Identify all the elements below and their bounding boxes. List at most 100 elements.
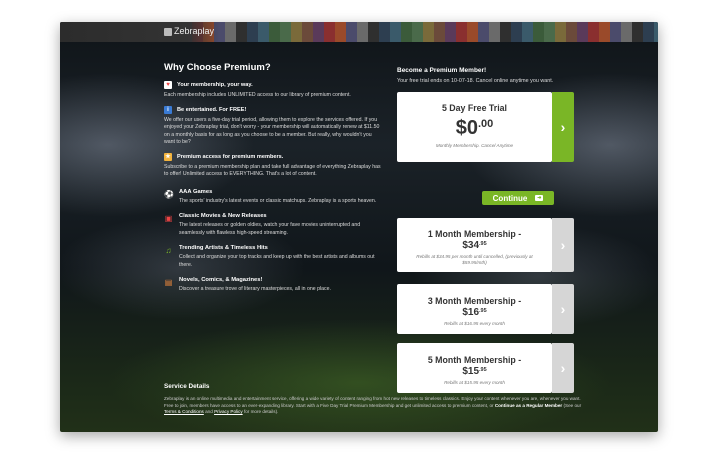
plan-note: Monthly Membership. Cancel Anytime — [435, 143, 514, 148]
price-cents: .00 — [477, 118, 494, 130]
plan-title: 5 Day Free Trial — [441, 103, 508, 113]
continue-regular-link[interactable]: Continue as a Regular Member — [495, 403, 562, 408]
thumbnail — [401, 22, 412, 42]
chevron-right-icon: › — [560, 360, 566, 376]
select-trial-arrow[interactable]: › — [552, 92, 574, 162]
plan-card-1-month[interactable]: 1 Month Membership - $34.95 Rebills at $… — [397, 218, 574, 272]
thumbnail — [236, 22, 247, 42]
feature-text: Subscribe to a premium membership plan a… — [164, 163, 381, 178]
feature-text: Each membership includes UNLIMITED acces… — [164, 92, 351, 98]
page-title: Why Choose Premium? — [164, 62, 271, 73]
thumbnail — [291, 22, 302, 42]
thumbnail — [379, 22, 390, 42]
premium-benefits: Why Choose Premium? ♥ Your membership, y… — [164, 62, 384, 294]
thumbnail — [632, 22, 643, 42]
chevron-right-icon: › — [560, 119, 566, 135]
thumbnail — [621, 22, 632, 42]
thumbnail — [610, 22, 621, 42]
benefit-title: Classic Movies & New Releases — [179, 213, 267, 219]
benefit-text: Collect and organize your top tracks and… — [179, 254, 375, 268]
thumbnail — [533, 22, 544, 42]
feature-heading: Your membership, your way. — [177, 82, 253, 88]
plan-title: 3 Month Membership - — [427, 296, 522, 306]
film-icon: ▣ — [164, 214, 173, 223]
benefit-item: ⚽ AAA Games The sports' industry's lates… — [164, 189, 384, 206]
thumbnail — [478, 22, 489, 42]
plan-card-3-month[interactable]: 3 Month Membership - $16.95 Rebills at $… — [397, 284, 574, 334]
star-icon: ★ — [164, 152, 172, 161]
feature-block: i Be entertained. For FREE! We offer our… — [164, 105, 384, 147]
thumbnail — [324, 22, 335, 42]
heart-icon: ♥ — [164, 81, 172, 89]
plan-price: $15.95 — [397, 366, 552, 377]
thumbnail — [445, 22, 456, 42]
trial-card[interactable]: 5 Day Free Trial $0.00 Monthly Membershi… — [397, 92, 574, 162]
service-body: (See our — [563, 402, 582, 408]
price-main: $0 — [455, 117, 478, 139]
thumbnail — [247, 22, 258, 42]
thumbnail — [390, 22, 401, 42]
book-icon: ▤ — [164, 278, 173, 287]
thumbnail — [225, 22, 236, 42]
logo-text: Zebraplay — [174, 26, 215, 36]
thumbnail — [423, 22, 434, 42]
plan-note: $59.95/mth) — [462, 260, 487, 265]
trial-subheading: Your free trial ends on 10-07-18. Cancel… — [397, 78, 554, 84]
benefit-item: ▣ Classic Movies & New Releases The late… — [164, 213, 384, 237]
service-body: and — [205, 409, 213, 415]
headphones-icon: ♫ — [165, 246, 172, 255]
logo[interactable]: Zebraplay — [60, 22, 220, 42]
thumbnail — [412, 22, 423, 42]
price-main: $15 — [462, 366, 480, 377]
continue-button[interactable]: Continue ➜ — [482, 191, 554, 205]
thumbnail — [643, 22, 654, 42]
info-icon: i — [164, 105, 172, 114]
soccer-ball-icon: ⚽ — [164, 189, 174, 199]
thumbnail — [302, 22, 313, 42]
benefit-text: The sports' industry's latest events or … — [179, 197, 377, 204]
thumbnail — [555, 22, 566, 42]
thumbnail — [313, 22, 324, 42]
feature-text: We offer our users a five-day trial peri… — [164, 116, 380, 146]
select-plan-arrow[interactable]: › — [552, 284, 574, 334]
privacy-link[interactable]: Privacy Policy — [214, 409, 243, 414]
top-bar: Zebraplay — [60, 22, 658, 42]
service-details: Service Details Zebraplay is an online m… — [164, 383, 584, 416]
thumbnail — [258, 22, 269, 42]
thumbnail — [500, 22, 511, 42]
thumbnail — [467, 22, 478, 42]
select-plan-arrow[interactable]: › — [552, 218, 574, 272]
thumbnail — [599, 22, 610, 42]
plan-note: Rebills at $16.95 every month — [444, 321, 505, 326]
thumbnail — [588, 22, 599, 42]
service-body: for more details). — [243, 409, 279, 415]
feature-heading: Premium access for premium members. — [177, 153, 284, 160]
price-cents: .95 — [479, 308, 487, 314]
thumbnail — [346, 22, 357, 42]
plan-title: 5 Month Membership - — [427, 355, 522, 365]
arrow-right-icon: ➜ — [535, 195, 544, 201]
plan-price: $16.95 — [397, 307, 552, 318]
logo-icon — [164, 28, 172, 36]
thumbnail — [357, 22, 368, 42]
benefit-text: The latest releases or golden oldies, wa… — [179, 222, 361, 236]
plan-title: 1 Month Membership - — [427, 229, 522, 239]
thumbnail — [280, 22, 291, 42]
thumbnail — [269, 22, 280, 42]
plan-price: $34.95 — [397, 240, 552, 251]
thumbnail — [654, 22, 658, 42]
price-cents: .95 — [479, 367, 487, 373]
thumbnail — [522, 22, 533, 42]
service-text: Zebraplay is an online multimedia and en… — [164, 396, 584, 416]
thumbnail — [566, 22, 577, 42]
price-main: $34 — [462, 240, 480, 251]
terms-link[interactable]: Terms & Conditions — [164, 409, 204, 414]
benefit-item: ♫ Trending Artists & Timeless Hits Colle… — [164, 245, 384, 269]
thumbnail — [335, 22, 346, 42]
thumbnail — [511, 22, 522, 42]
price-cents: .95 — [479, 241, 487, 247]
feature-block: ★ Premium access for premium members. Su… — [164, 152, 384, 179]
benefit-item: ▤ Novels, Comics, & Magazines! Discover … — [164, 277, 384, 294]
thumbnail-strip — [170, 22, 658, 42]
thumbnail — [489, 22, 500, 42]
